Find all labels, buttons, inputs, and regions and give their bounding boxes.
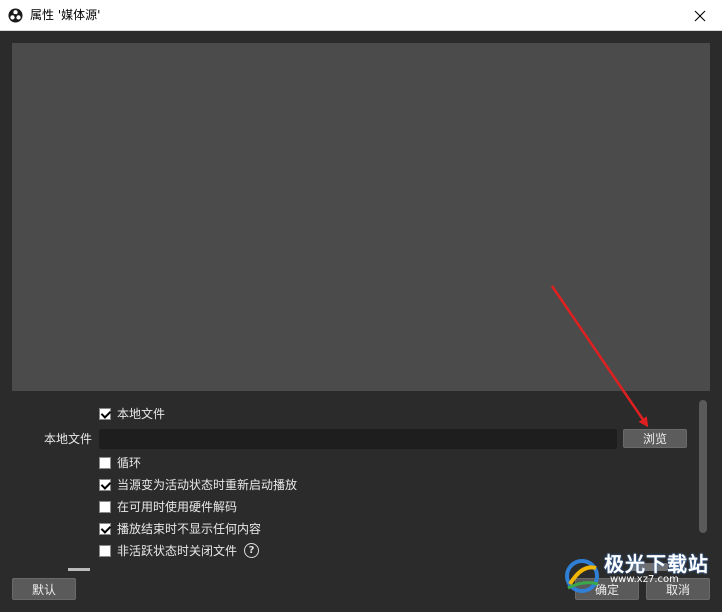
hw-decode-checkbox[interactable]: [99, 501, 111, 513]
loop-checkbox[interactable]: [99, 457, 111, 469]
local-file-field-label: 本地文件: [44, 432, 93, 446]
close-icon: [694, 10, 706, 21]
ok-button[interactable]: 确定: [575, 578, 639, 600]
default-button[interactable]: 默认: [12, 578, 76, 600]
close-when-inactive-label: 非活跃状态时关闭文件: [117, 544, 238, 558]
show-nothing-on-end-checkbox[interactable]: [99, 523, 111, 535]
local-file-path-input[interactable]: [99, 429, 617, 449]
hw-decode-option[interactable]: 在可用时使用硬件解码: [0, 497, 722, 517]
show-nothing-on-end-option[interactable]: 播放结束时不显示任何内容: [0, 519, 722, 539]
local-file-checkbox-label: 本地文件: [117, 407, 166, 421]
restart-on-activate-checkbox[interactable]: [99, 479, 111, 491]
close-button[interactable]: [678, 0, 722, 31]
restart-on-activate-label: 当源变为活动状态时重新启动播放: [117, 478, 298, 492]
browse-button[interactable]: 浏览: [623, 429, 687, 448]
hw-decode-label: 在可用时使用硬件解码: [117, 500, 238, 514]
close-when-inactive-checkbox[interactable]: [99, 545, 111, 557]
properties-scrollbar[interactable]: [699, 400, 707, 533]
show-nothing-on-end-label: 播放结束时不显示任何内容: [117, 522, 262, 536]
obs-logo-icon: [8, 8, 23, 23]
local-file-checkbox[interactable]: [99, 408, 111, 420]
help-icon[interactable]: ?: [244, 543, 259, 558]
loop-option[interactable]: 循环: [0, 453, 722, 473]
local-file-option[interactable]: 本地文件: [0, 404, 722, 424]
window-title: 属性 '媒体源': [30, 8, 101, 22]
media-preview: [12, 43, 710, 391]
loop-checkbox-label: 循环: [117, 456, 142, 470]
close-when-inactive-option[interactable]: 非活跃状态时关闭文件: [0, 541, 722, 561]
cancel-button[interactable]: 取消: [646, 578, 710, 600]
title-bar: 属性 '媒体源': [0, 0, 722, 31]
speed-slider-fragment: [630, 563, 668, 571]
restart-on-activate-option[interactable]: 当源变为活动状态时重新启动播放: [0, 475, 722, 495]
